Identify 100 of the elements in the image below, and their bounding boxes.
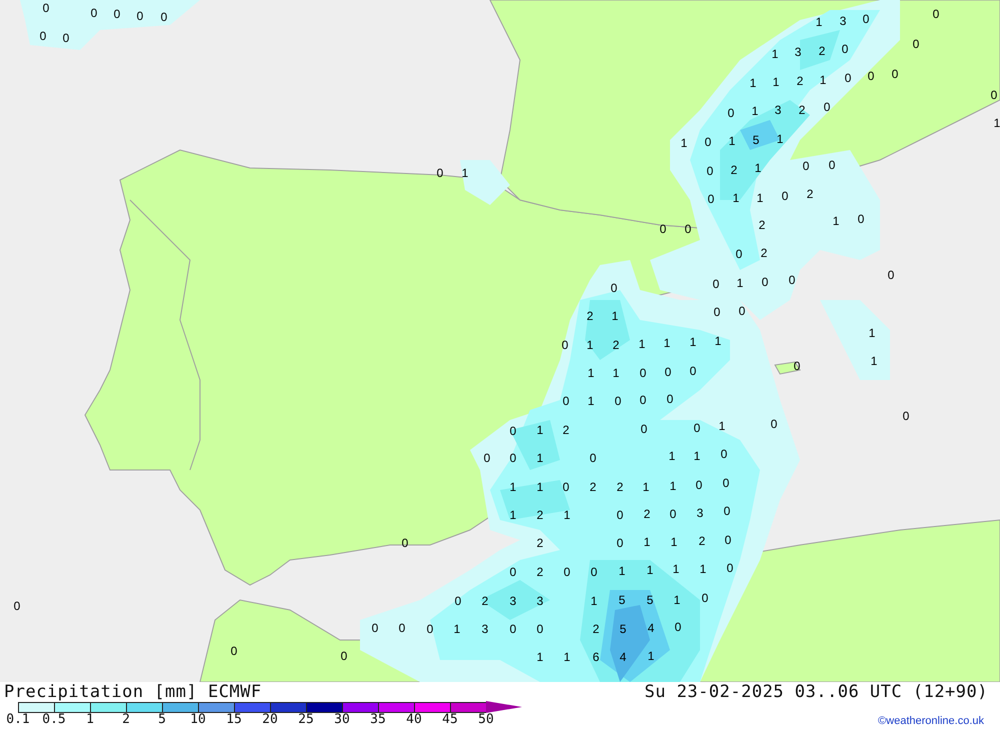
scale-tick-label: 35 — [369, 713, 387, 727]
value-label: 2 — [798, 103, 806, 117]
value-label: 0 — [702, 591, 708, 605]
value-label: 2 — [644, 507, 650, 521]
value-label: 1 — [674, 593, 680, 607]
scale-tick-label: 45 — [441, 713, 459, 727]
value-label: 0 — [660, 222, 666, 236]
value-label: 0 — [590, 565, 598, 579]
value-label: 1 — [870, 354, 878, 368]
value-label: 2 — [482, 594, 488, 608]
value-label: 0 — [862, 12, 870, 26]
value-label: 0 — [510, 622, 516, 636]
value-label: 0 — [340, 649, 348, 663]
value-label: 0 — [802, 159, 810, 173]
value-label: 2 — [536, 508, 544, 522]
value-label: 1 — [714, 334, 722, 348]
value-label: 2 — [758, 218, 766, 232]
value-label: 1 — [536, 451, 544, 465]
value-label: 0 — [536, 622, 544, 636]
value-label: 0 — [824, 100, 830, 114]
value-label: 0 — [372, 621, 378, 635]
value-label: 0 — [484, 451, 490, 465]
value-label: 1 — [772, 75, 780, 89]
value-label: 2 — [612, 338, 620, 352]
value-label: 0 — [828, 158, 836, 172]
value-label: 5 — [752, 133, 760, 147]
scale-tick-label: 5 — [157, 713, 167, 727]
value-label: 2 — [616, 480, 624, 494]
value-label: 0 — [114, 7, 120, 21]
value-label: 0 — [770, 417, 778, 431]
value-label: 5 — [618, 593, 626, 607]
value-label: 0 — [614, 394, 622, 408]
value-label: 2 — [590, 480, 596, 494]
value-label: 0 — [722, 476, 730, 490]
value-label: 1 — [510, 508, 516, 522]
value-label: 0 — [40, 29, 46, 43]
value-label: 0 — [402, 536, 408, 550]
value-label: 2 — [806, 187, 814, 201]
value-label: 0 — [562, 338, 568, 352]
value-label: 1 — [776, 132, 784, 146]
value-label: 0 — [704, 135, 712, 149]
value-label: 0 — [564, 565, 570, 579]
value-label: 1 — [536, 423, 544, 437]
value-label: 1 — [732, 191, 740, 205]
value-label: 0 — [888, 268, 894, 282]
value-label: 2 — [536, 565, 544, 579]
value-label: 1 — [612, 366, 620, 380]
value-label: 4 — [620, 650, 626, 664]
value-label: 3 — [510, 594, 516, 608]
scale-tick-label: 1 — [85, 713, 95, 727]
value-label: 1 — [868, 326, 876, 340]
value-label: 1 — [832, 214, 840, 228]
value-label: 0 — [640, 393, 646, 407]
value-label: 0 — [684, 222, 692, 236]
value-label: 1 — [752, 104, 758, 118]
credit-text: ©weatheronline.co.uk — [878, 714, 984, 729]
value-label: 0 — [230, 644, 238, 658]
scale-tick-label: 20 — [261, 713, 279, 727]
value-label: 0 — [714, 305, 720, 319]
value-label: 0 — [136, 9, 144, 23]
value-label: 1 — [564, 650, 570, 664]
scale-tick-label: 0.5 — [41, 713, 67, 727]
value-label: 0 — [562, 394, 570, 408]
value-label: 1 — [736, 276, 744, 290]
value-label: 3 — [482, 622, 488, 636]
value-label: 1 — [754, 161, 762, 175]
value-label: 0 — [398, 621, 406, 635]
value-label: 0 — [666, 392, 674, 406]
value-label: 0 — [14, 599, 20, 613]
value-label: 0 — [720, 447, 728, 461]
value-label: 0 — [160, 10, 168, 24]
value-label: 1 — [718, 419, 726, 433]
value-label: 1 — [644, 535, 650, 549]
value-label: 0 — [640, 366, 646, 380]
value-label: 1 — [648, 649, 654, 663]
scale-tick-label: 2 — [121, 713, 131, 727]
value-label: 3 — [794, 45, 802, 59]
value-label: 4 — [648, 621, 654, 635]
value-label: 1 — [564, 508, 570, 522]
value-label: 1 — [670, 535, 678, 549]
value-label: 2 — [536, 536, 544, 550]
value-label: 1 — [618, 564, 626, 578]
value-label: 3 — [696, 506, 704, 520]
value-label: 2 — [730, 163, 738, 177]
value-label: 1 — [586, 338, 594, 352]
value-label: 0 — [782, 189, 788, 203]
value-label: 1 — [536, 480, 544, 494]
value-label: 0 — [670, 507, 676, 521]
value-label: 0 — [902, 409, 910, 423]
value-label: 0 — [858, 212, 864, 226]
value-label: 1 — [772, 47, 778, 61]
value-label: 0 — [712, 277, 720, 291]
value-label: 1 — [728, 134, 736, 148]
value-label: 0 — [616, 536, 624, 550]
scale-tick-label: 10 — [189, 713, 207, 727]
forecast-timestamp: Su 23-02-2025 03..06 UTC (12+90) — [644, 682, 988, 702]
value-label: 6 — [592, 650, 600, 664]
value-label: 0 — [510, 451, 516, 465]
legend-title: Precipitation [mm] ECMWF — [4, 682, 262, 702]
value-label: 3 — [840, 14, 846, 28]
